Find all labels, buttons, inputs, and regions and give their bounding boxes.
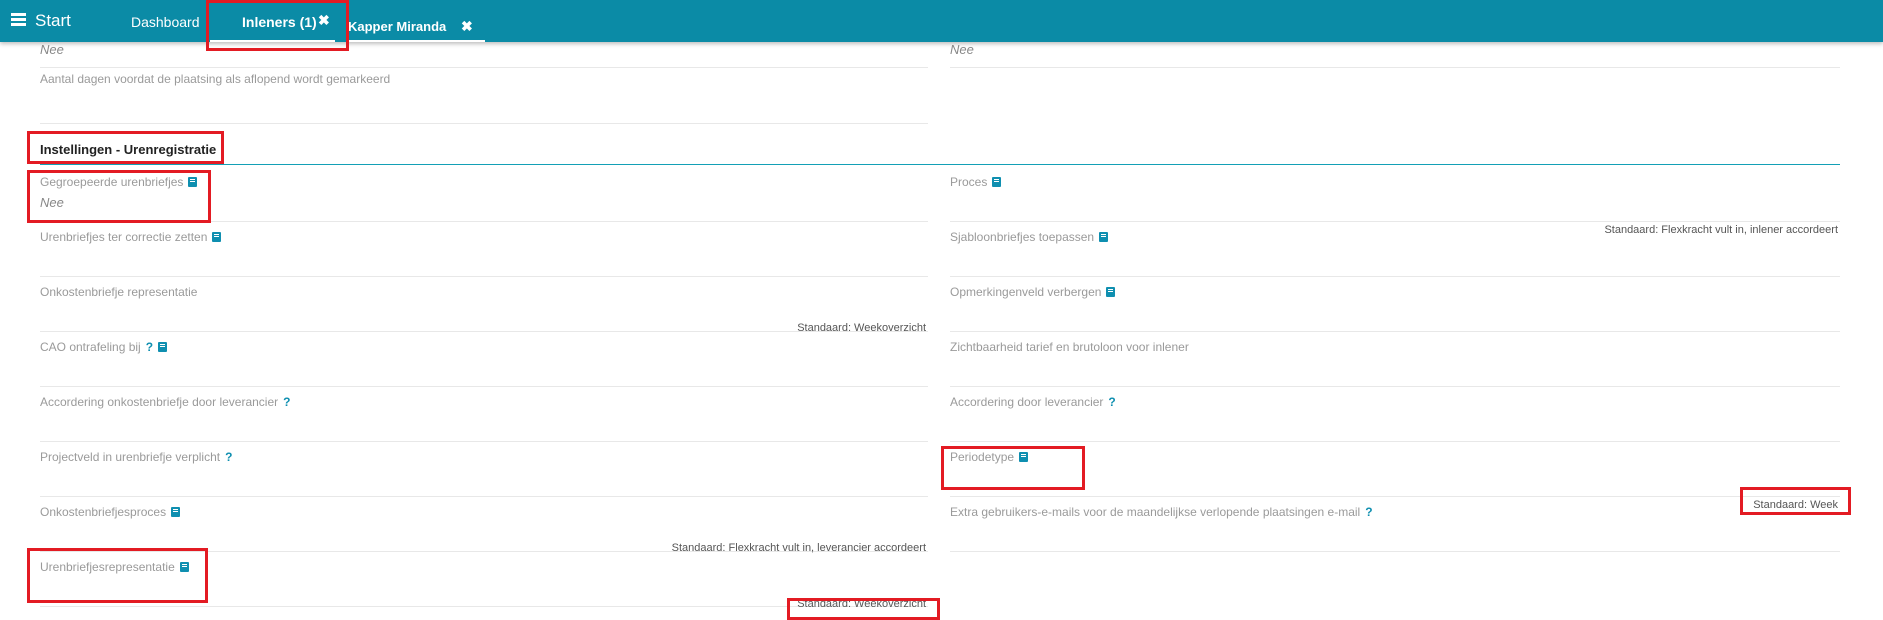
section-title-text: Instellingen - Urenregistratie: [40, 142, 217, 157]
close-tab-icon[interactable]: ✖: [318, 12, 330, 29]
field-label: Accordering door leverancier?: [950, 395, 1116, 409]
help-icon[interactable]: ?: [283, 395, 290, 409]
default-value-text: Standaard: Weekoverzicht: [797, 598, 926, 610]
field-label: Opmerkingenveld verbergen: [950, 285, 1116, 299]
field-label: Periodetype: [950, 450, 1029, 464]
field-proces[interactable]: Proces Standaard: Flexkracht vult in, in…: [950, 167, 1840, 236]
field-label: Extra gebruikers-e-mails voor de maandel…: [950, 505, 1373, 519]
field-label: Accordering onkostenbriefje door leveran…: [40, 395, 291, 409]
field-label: Zichtbaarheid tarief en brutoloon voor i…: [950, 340, 1189, 354]
tab-label: Dashboard: [131, 14, 200, 30]
field-cao-ontrafeling[interactable]: CAO ontrafeling bij?: [40, 332, 928, 387]
book-icon[interactable]: [212, 232, 222, 242]
field-label: Onkostenbriefje representatie: [40, 285, 198, 299]
section-title: Instellingen - Urenregistratie: [40, 142, 1840, 165]
close-tab-icon[interactable]: ✖: [461, 18, 473, 35]
field-urenbriefjesrepresentatie[interactable]: Urenbriefjesrepresentatie Standaard: Wee…: [40, 552, 928, 610]
field-periodetype[interactable]: Periodetype Standaard: Week: [950, 442, 1840, 511]
book-icon[interactable]: [158, 342, 168, 352]
field-onkostenbriefje-representatie[interactable]: Onkostenbriefje representatie Standaard:…: [40, 277, 928, 334]
field-label: Gegroepeerde urenbriefjes: [40, 175, 198, 189]
book-icon[interactable]: [171, 507, 181, 517]
help-icon[interactable]: ?: [225, 450, 232, 464]
help-icon[interactable]: ?: [1108, 395, 1115, 409]
hamburger-menu-icon[interactable]: [11, 13, 26, 27]
field-zichtbaarheid-tarief[interactable]: Zichtbaarheid tarief en brutoloon voor i…: [950, 332, 1840, 387]
book-icon[interactable]: [1106, 287, 1116, 297]
start-link[interactable]: Start: [35, 11, 71, 31]
tab-label: Inleners (1): [242, 14, 317, 30]
book-icon[interactable]: [179, 562, 189, 572]
book-icon[interactable]: [1099, 232, 1109, 242]
field-opmerkingenveld-verbergen[interactable]: Opmerkingenveld verbergen: [950, 277, 1840, 332]
field-value: Nee: [40, 42, 64, 57]
field-row: Nee: [950, 36, 1840, 68]
field-accordering-onkostenbriefje[interactable]: Accordering onkostenbriefje door leveran…: [40, 387, 928, 442]
field-gegroepeerde-urenbriefjes[interactable]: Gegroepeerde urenbriefjes Nee: [40, 167, 928, 222]
field-extra-gebruikers-emails[interactable]: Extra gebruikers-e-mails voor de maandel…: [950, 497, 1840, 552]
field-projectveld-verplicht[interactable]: Projectveld in urenbriefje verplicht?: [40, 442, 928, 497]
field-row[interactable]: Aantal dagen voordat de plaatsing als af…: [40, 69, 928, 124]
field-label: CAO ontrafeling bij?: [40, 340, 168, 354]
book-icon[interactable]: [992, 177, 1002, 187]
book-icon[interactable]: [188, 177, 198, 187]
field-sjabloonbriefjes-toepassen[interactable]: Sjabloonbriefjes toepassen: [950, 222, 1840, 277]
field-label: Sjabloonbriefjes toepassen: [950, 230, 1109, 244]
field-value: Nee: [40, 195, 64, 210]
field-label: Aantal dagen voordat de plaatsing als af…: [40, 72, 391, 86]
field-onkostenbriefjesproces[interactable]: Onkostenbriefjesproces Standaard: Flexkr…: [40, 497, 928, 554]
field-accordering-door-leverancier[interactable]: Accordering door leverancier?: [950, 387, 1840, 442]
tab-label: Kapper Miranda: [348, 19, 447, 34]
help-icon[interactable]: ?: [146, 340, 153, 354]
field-row: Nee: [40, 36, 928, 68]
field-label: Onkostenbriefjesproces: [40, 505, 181, 519]
field-label: Projectveld in urenbriefje verplicht?: [40, 450, 233, 464]
field-label: Urenbriefjesrepresentatie: [40, 560, 189, 574]
help-icon[interactable]: ?: [1365, 505, 1372, 519]
field-urenbriefjes-ter-correctie[interactable]: Urenbriefjes ter correctie zetten: [40, 222, 928, 277]
main-content: Nee Nee Aantal dagen voordat de plaatsin…: [0, 42, 1883, 620]
field-label: Urenbriefjes ter correctie zetten: [40, 230, 222, 244]
field-value: Nee: [950, 42, 974, 57]
book-icon[interactable]: [1019, 452, 1029, 462]
field-label: Proces: [950, 175, 1002, 189]
